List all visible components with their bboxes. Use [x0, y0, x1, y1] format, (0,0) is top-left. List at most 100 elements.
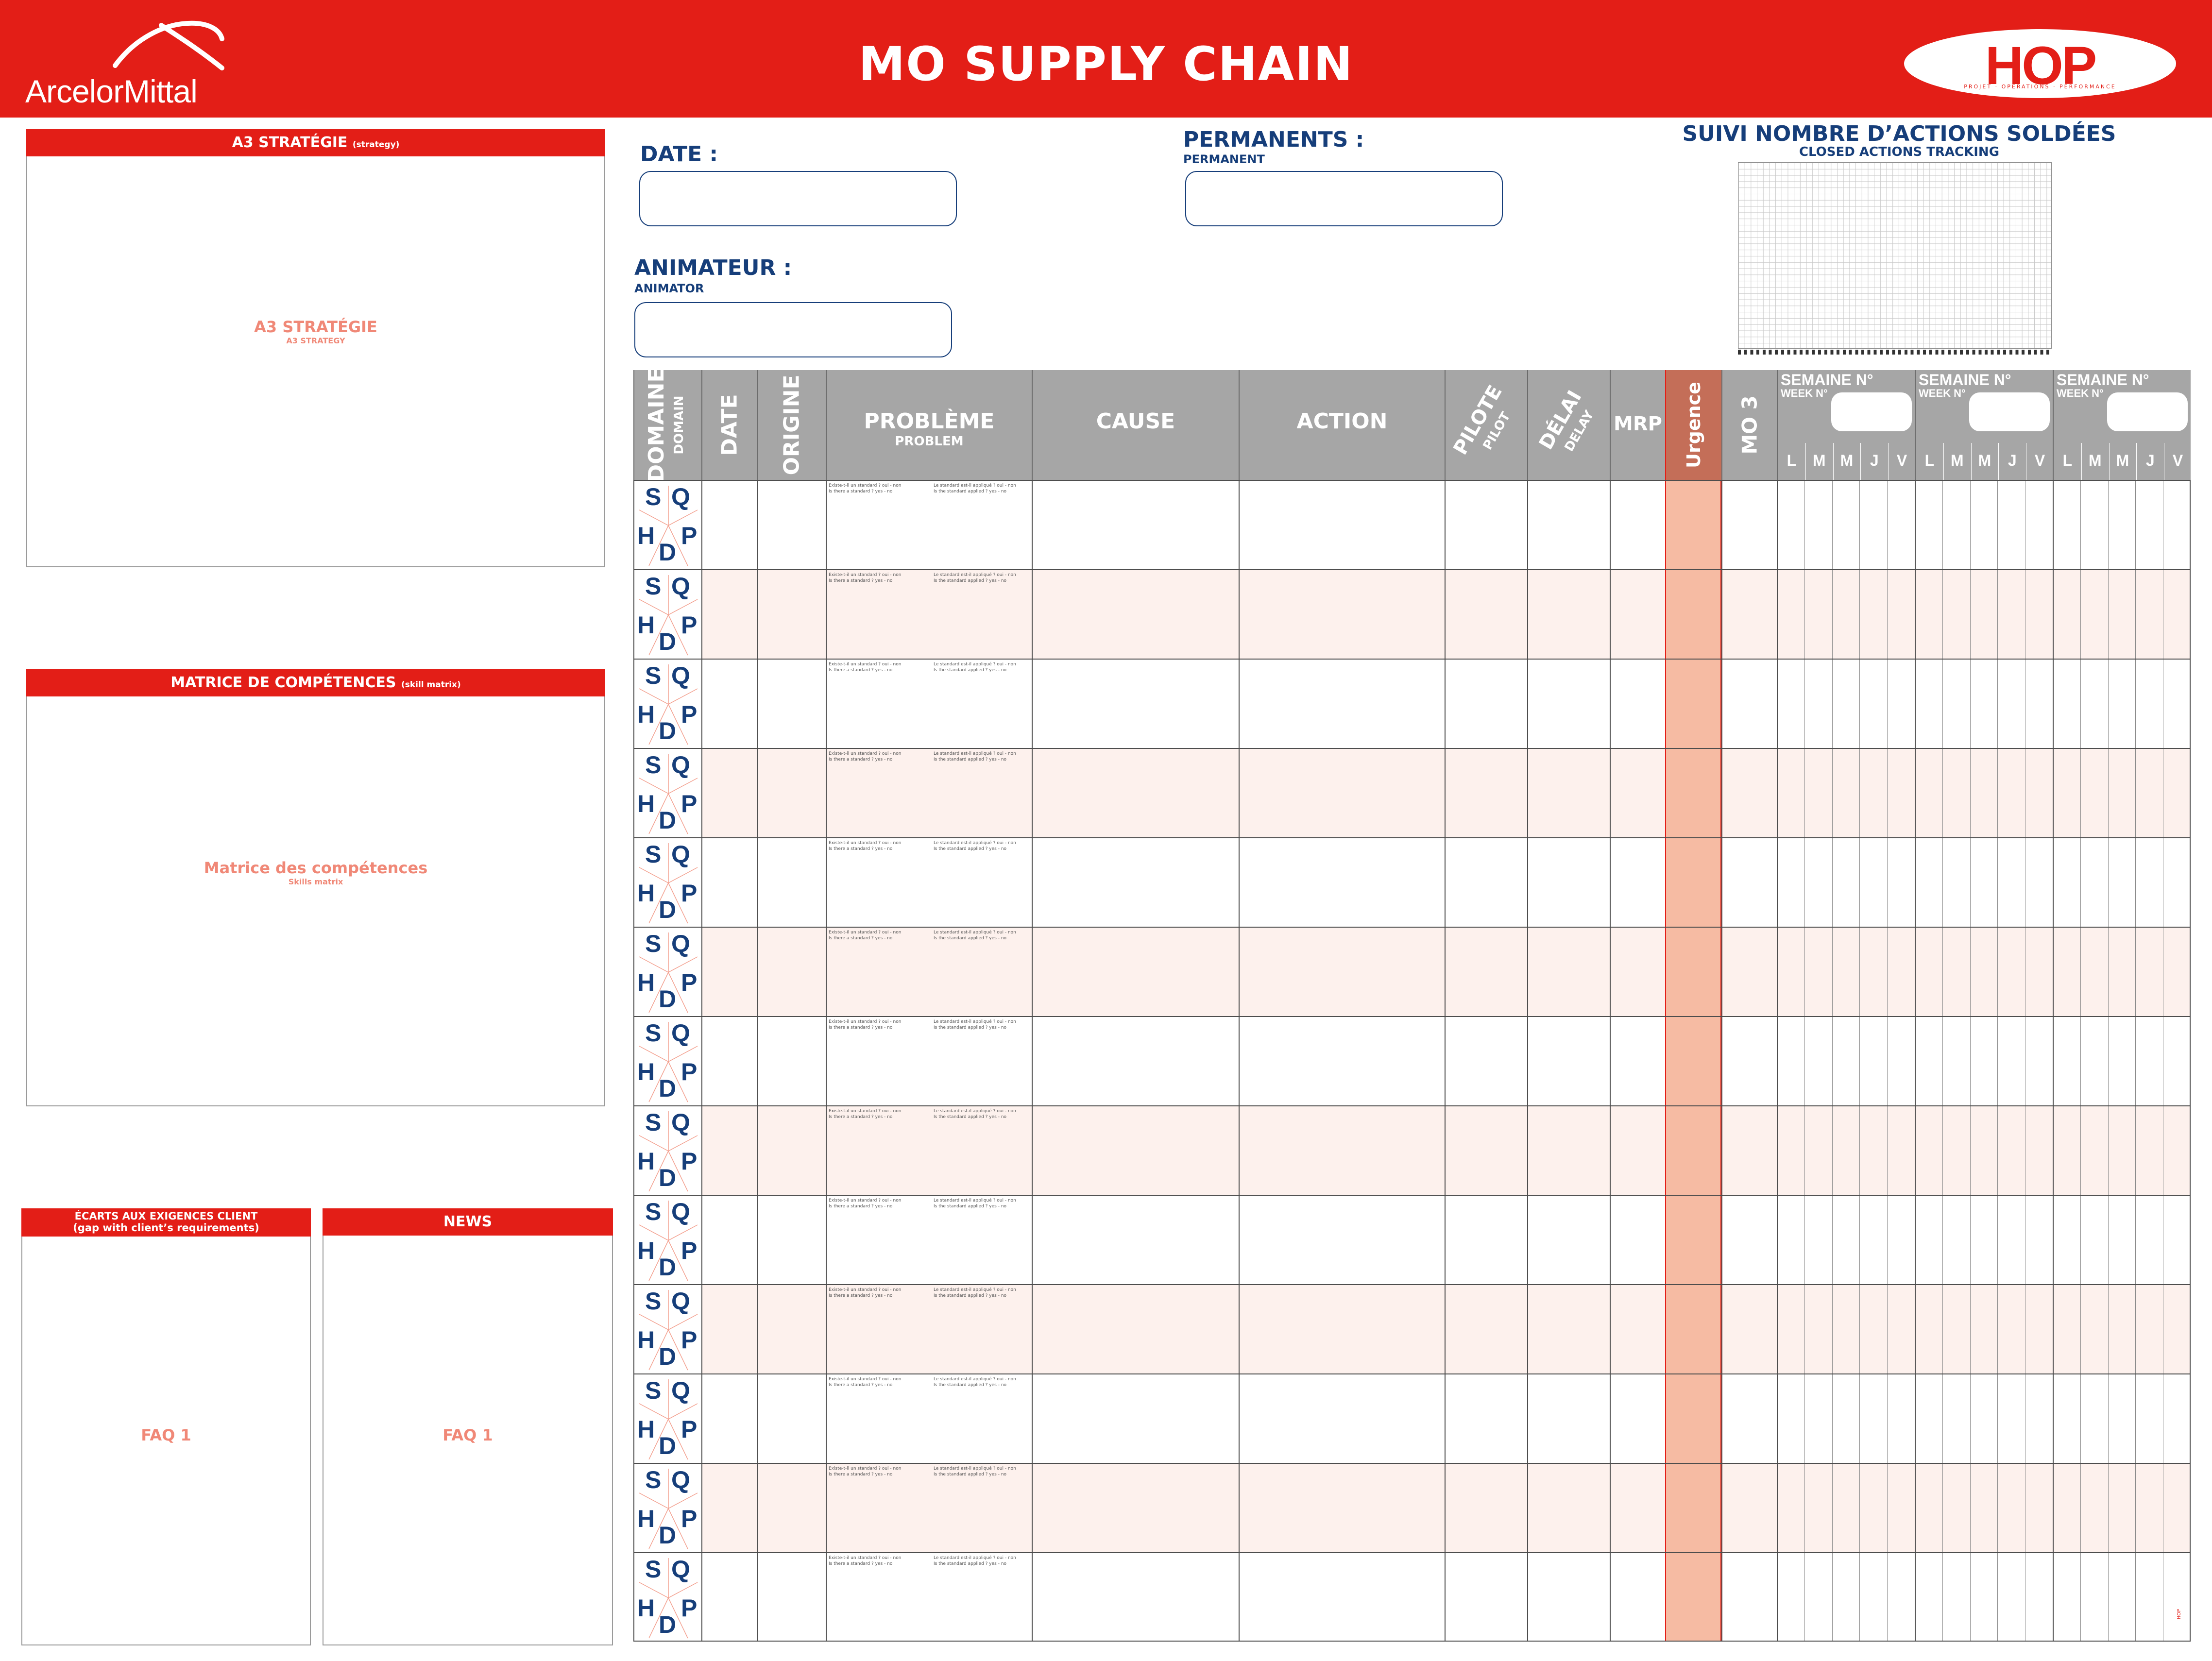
- day-cell[interactable]: [1804, 1196, 1832, 1284]
- cell-domaine[interactable]: SQHDP: [633, 481, 701, 569]
- cell-cause[interactable]: [1032, 1553, 1239, 1641]
- day-cell[interactable]: [2163, 749, 2191, 837]
- day-cell[interactable]: [1804, 1106, 1832, 1195]
- day-cell[interactable]: [2108, 749, 2136, 837]
- cell-domaine[interactable]: SQHDP: [633, 1196, 701, 1284]
- day-cell[interactable]: [1859, 1196, 1887, 1284]
- cell-origine[interactable]: [757, 749, 826, 837]
- cell-mo3[interactable]: [1721, 660, 1777, 748]
- day-cell[interactable]: [2053, 838, 2080, 927]
- day-cell[interactable]: [2108, 838, 2136, 927]
- day-cell[interactable]: [2163, 1196, 2191, 1284]
- cell-probleme[interactable]: Existe-t-il un standard ? oui - non Is th…: [826, 838, 1032, 927]
- permanents-field[interactable]: [1185, 171, 1503, 226]
- cell-pilote[interactable]: [1445, 660, 1527, 748]
- day-cell[interactable]: [1915, 1106, 1942, 1195]
- day-cell[interactable]: [2135, 1285, 2163, 1373]
- day-cell[interactable]: [1832, 749, 1860, 837]
- cell-pilote[interactable]: [1445, 1285, 1527, 1373]
- cell-domaine[interactable]: SQHDP: [633, 749, 701, 837]
- day-cell[interactable]: [1832, 1285, 1860, 1373]
- cell-mo3[interactable]: [1721, 1553, 1777, 1641]
- cell-urgence[interactable]: [1665, 1106, 1721, 1195]
- cell-pilote[interactable]: [1445, 1196, 1527, 1284]
- cell-pilote[interactable]: [1445, 1374, 1527, 1463]
- day-cell[interactable]: [1777, 928, 1804, 1016]
- cell-pilote[interactable]: [1445, 1106, 1527, 1195]
- cell-probleme[interactable]: Existe-t-il un standard ? oui - non Is th…: [826, 1017, 1032, 1105]
- domain-letter[interactable]: S: [645, 930, 661, 958]
- cell-cause[interactable]: [1032, 928, 1239, 1016]
- day-cell[interactable]: [1887, 1106, 1915, 1195]
- cell-origine[interactable]: [757, 838, 826, 927]
- day-cell[interactable]: [2108, 481, 2136, 569]
- day-cell[interactable]: [2135, 749, 2163, 837]
- cell-delai[interactable]: [1527, 1017, 1610, 1105]
- day-cell[interactable]: [2025, 1106, 2053, 1195]
- day-cell[interactable]: [1832, 1106, 1860, 1195]
- cell-urgence[interactable]: [1665, 1017, 1721, 1105]
- day-cell[interactable]: [2163, 1374, 2191, 1463]
- day-cell[interactable]: [1970, 481, 1998, 569]
- day-cell[interactable]: [1804, 838, 1832, 927]
- domain-letter[interactable]: H: [637, 1147, 655, 1175]
- day-cell[interactable]: [2163, 1285, 2191, 1373]
- cell-action[interactable]: [1239, 1285, 1445, 1373]
- cell-mo3[interactable]: [1721, 928, 1777, 1016]
- day-cell[interactable]: [2025, 1285, 2053, 1373]
- day-cell[interactable]: [1859, 928, 1888, 1016]
- day-cell[interactable]: [1859, 570, 1888, 659]
- cell-probleme[interactable]: Existe-t-il un standard ? oui - non Is th…: [826, 749, 1032, 837]
- day-cell[interactable]: [2163, 1017, 2191, 1105]
- day-cell[interactable]: [1777, 660, 1804, 748]
- domain-letter[interactable]: S: [645, 1466, 661, 1494]
- day-cell[interactable]: [1887, 1196, 1915, 1284]
- cell-probleme[interactable]: Existe-t-il un standard ? oui - non Is th…: [826, 1106, 1032, 1195]
- cell-date[interactable]: [701, 1106, 757, 1195]
- day-cell[interactable]: [1804, 1553, 1832, 1641]
- domain-letter[interactable]: Q: [671, 1019, 690, 1047]
- domain-letter[interactable]: H: [637, 790, 655, 818]
- day-cell[interactable]: [1970, 1196, 1998, 1284]
- cell-pilote[interactable]: [1445, 1017, 1527, 1105]
- day-cell[interactable]: [1942, 1285, 1970, 1373]
- cell-delai[interactable]: [1527, 1196, 1610, 1284]
- day-cell[interactable]: [1942, 1196, 1970, 1284]
- cell-mo3[interactable]: [1721, 481, 1777, 569]
- day-cell[interactable]: [1915, 1374, 1942, 1463]
- cell-date[interactable]: [701, 481, 757, 569]
- day-cell[interactable]: [1970, 1464, 1998, 1552]
- domain-letter[interactable]: Q: [671, 1466, 690, 1494]
- cell-mrp[interactable]: [1610, 1553, 1665, 1641]
- domain-letter[interactable]: D: [659, 1610, 676, 1639]
- domain-letter[interactable]: Q: [671, 483, 690, 511]
- day-cell[interactable]: [1915, 570, 1942, 659]
- domain-letter[interactable]: Q: [671, 751, 690, 779]
- cell-date[interactable]: [701, 1017, 757, 1105]
- day-cell[interactable]: [1887, 1553, 1915, 1641]
- domain-letter[interactable]: D: [659, 1521, 676, 1549]
- day-cell[interactable]: [2108, 1106, 2136, 1195]
- cell-cause[interactable]: [1032, 1464, 1239, 1552]
- day-cell[interactable]: [1915, 1196, 1942, 1284]
- day-cell[interactable]: [2163, 481, 2191, 569]
- cell-delai[interactable]: [1527, 1374, 1610, 1463]
- day-cell[interactable]: [1832, 1553, 1860, 1641]
- day-cell[interactable]: [2163, 1553, 2191, 1641]
- cell-date[interactable]: [701, 1285, 757, 1373]
- cell-probleme[interactable]: Existe-t-il un standard ? oui - non Is th…: [826, 1196, 1032, 1284]
- day-cell[interactable]: [2053, 1374, 2080, 1463]
- day-cell[interactable]: [1997, 1464, 2025, 1552]
- cell-origine[interactable]: [757, 1196, 826, 1284]
- day-cell[interactable]: [2053, 660, 2080, 748]
- day-cell[interactable]: [2080, 1106, 2108, 1195]
- day-cell[interactable]: [2080, 660, 2108, 748]
- cell-mrp[interactable]: [1610, 570, 1665, 659]
- cell-mrp[interactable]: [1610, 1196, 1665, 1284]
- cell-pilote[interactable]: [1445, 570, 1527, 659]
- day-cell[interactable]: [1804, 570, 1832, 659]
- domain-letter[interactable]: P: [681, 611, 697, 639]
- day-cell[interactable]: [1859, 1106, 1888, 1195]
- day-cell[interactable]: [2053, 1553, 2080, 1641]
- day-cell[interactable]: [2108, 1374, 2136, 1463]
